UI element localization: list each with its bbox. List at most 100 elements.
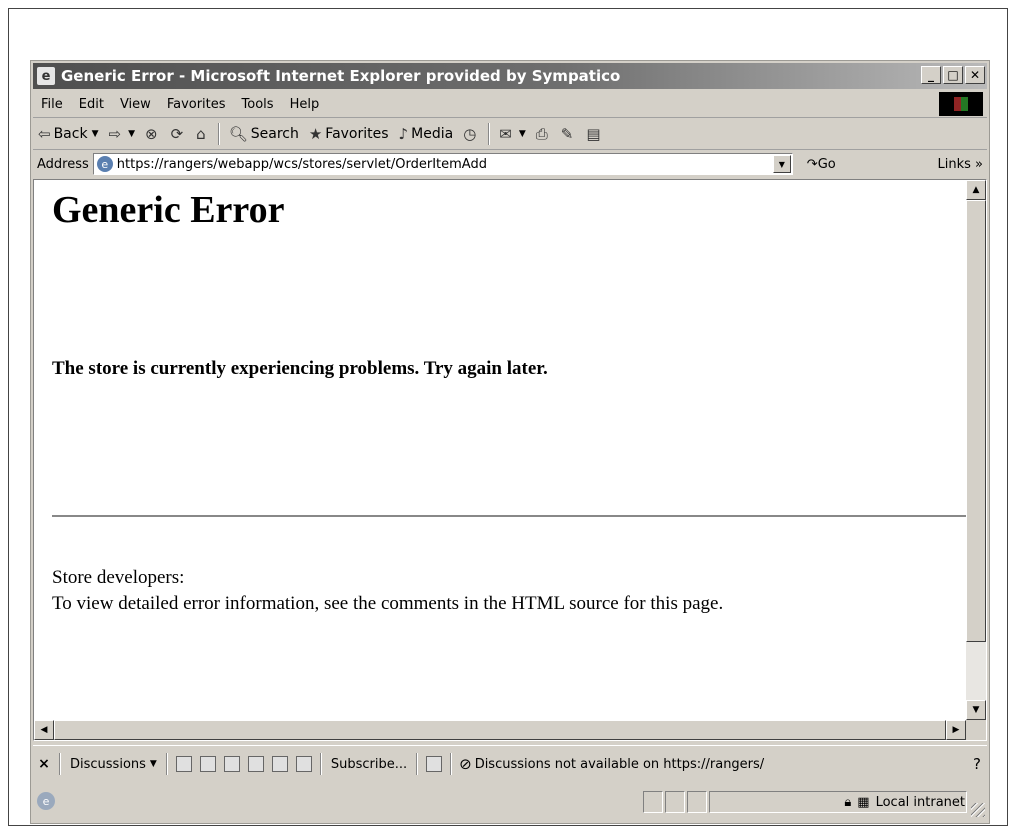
chevron-right-icon: » xyxy=(975,156,983,172)
links-label: Links xyxy=(937,156,971,172)
title-bar[interactable]: e Generic Error - Microsoft Internet Exp… xyxy=(33,63,987,89)
forward-arrow-icon: ⇨ xyxy=(108,125,122,143)
edit-icon: ✎ xyxy=(560,125,574,143)
discussions-menu-button[interactable]: Discussions ▼ xyxy=(65,757,162,772)
menu-edit[interactable]: Edit xyxy=(71,97,112,112)
menu-file[interactable]: File xyxy=(33,97,71,112)
home-button[interactable]: ⌂ xyxy=(191,125,214,143)
page-heading: Generic Error xyxy=(52,189,285,231)
print-button[interactable]: ⎙ xyxy=(531,125,556,143)
error-message: The store is currently experiencing prob… xyxy=(52,358,548,379)
collapse-discussions-icon[interactable] xyxy=(247,756,264,772)
scroll-down-icon[interactable]: ▼ xyxy=(966,700,986,720)
insert-discussion-icon[interactable] xyxy=(175,756,192,772)
vertical-scroll-thumb[interactable] xyxy=(966,200,986,642)
search-label: Search xyxy=(250,126,299,142)
maximize-button[interactable]: □ xyxy=(943,66,963,84)
media-button[interactable]: ♪ Media xyxy=(394,125,459,143)
scroll-up-icon[interactable]: ▲ xyxy=(966,180,986,200)
page-icon: e xyxy=(96,156,113,172)
go-button[interactable]: ↷ Go xyxy=(807,157,836,172)
mail-button[interactable]: ✉ ▼ xyxy=(494,125,531,143)
stop-icon: ⊗ xyxy=(145,125,158,143)
home-icon: ⌂ xyxy=(196,125,206,143)
back-label: Back xyxy=(53,126,88,142)
standard-toolbar: ⇦ Back ▼ ⇨ ▼ ⊗ ⟳ ⌂ 🔍︎ Search ★ Favorites… xyxy=(33,119,987,150)
toolbar-separator xyxy=(59,753,61,775)
lock-icon: 🔒︎ xyxy=(844,794,852,810)
window-controls: _ □ ✕ xyxy=(921,66,985,84)
vertical-scrollbar[interactable]: ▲ ▼ xyxy=(966,180,986,720)
favorites-button[interactable]: ★ Favorites xyxy=(304,125,394,143)
discuss-icon: ▤ xyxy=(586,125,601,143)
media-icon: ♪ xyxy=(398,125,409,143)
horizontal-scroll-thumb[interactable] xyxy=(54,720,946,740)
reply-discussion-icon[interactable] xyxy=(199,756,216,772)
history-button[interactable]: ◷ xyxy=(458,125,484,143)
scroll-left-icon[interactable]: ◀ xyxy=(34,720,54,740)
intranet-icon: ▦ xyxy=(857,794,870,810)
menu-bar: File Edit View Favorites Tools Help xyxy=(33,91,987,118)
toolbar-separator xyxy=(217,123,220,145)
security-zone: 🔒︎ ▦ Local intranet xyxy=(844,791,965,813)
edit-button[interactable]: ✎ xyxy=(556,125,582,143)
divider xyxy=(52,515,966,517)
ie-logo-icon: e xyxy=(37,67,55,85)
favorites-icon: ★ xyxy=(308,125,323,143)
status-bar: e 🔒︎ ▦ Local intranet xyxy=(33,783,987,819)
window-title: Generic Error - Microsoft Internet Explo… xyxy=(61,67,621,85)
expand-discussions-icon[interactable] xyxy=(223,756,240,772)
show-hide-discussions-icon[interactable] xyxy=(426,756,443,772)
discuss-button[interactable]: ▤ xyxy=(581,125,608,143)
scroll-right-icon[interactable]: ▶ xyxy=(946,720,966,740)
minimize-button[interactable]: _ xyxy=(921,66,941,84)
horizontal-scrollbar[interactable]: ◀ ▶ xyxy=(34,720,966,740)
close-icon[interactable]: × xyxy=(33,756,55,772)
print-icon: ⎙ xyxy=(535,125,548,143)
help-icon[interactable]: ? xyxy=(973,755,981,773)
resize-grip[interactable] xyxy=(971,803,985,817)
windows-throbber-icon xyxy=(939,92,983,116)
media-label: Media xyxy=(411,126,454,142)
address-input[interactable]: e https://rangers/webapp/wcs/stores/serv… xyxy=(92,153,793,175)
back-dropdown-icon[interactable]: ▼ xyxy=(92,129,99,139)
page-status-icon: e xyxy=(37,792,55,810)
refresh-button[interactable]: ⟳ xyxy=(166,125,192,143)
developer-text: To view detailed error information, see … xyxy=(52,593,724,614)
forward-dropdown-icon[interactable]: ▼ xyxy=(128,129,135,139)
search-button[interactable]: 🔍︎ Search xyxy=(224,125,304,143)
go-arrow-icon: ↷ xyxy=(806,156,818,172)
toolbar-separator xyxy=(416,753,419,775)
links-button[interactable]: Links » xyxy=(937,157,983,172)
toolbar-separator xyxy=(165,753,168,775)
status-pane xyxy=(643,791,663,813)
subscribe-button[interactable]: Subscribe... xyxy=(326,757,412,772)
menu-favorites[interactable]: Favorites xyxy=(159,97,234,112)
discussions-dropdown-icon: ▼ xyxy=(149,759,157,769)
not-available-icon: ⊘ xyxy=(459,755,472,773)
status-pane xyxy=(665,791,685,813)
back-button[interactable]: ⇦ Back ▼ xyxy=(33,125,104,143)
page-content: Generic Error The store is currently exp… xyxy=(34,180,966,720)
discussions-status: Discussions not available on https://ran… xyxy=(474,756,765,772)
toolbar-separator xyxy=(488,123,491,145)
close-button[interactable]: ✕ xyxy=(965,66,985,84)
next-discussion-icon[interactable] xyxy=(295,756,312,772)
browser-window: e Generic Error - Microsoft Internet Exp… xyxy=(30,60,990,824)
address-url: https://rangers/webapp/wcs/stores/servle… xyxy=(116,156,487,172)
menu-tools[interactable]: Tools xyxy=(234,97,282,112)
mail-icon: ✉ xyxy=(499,125,512,143)
mail-dropdown-icon[interactable]: ▼ xyxy=(519,129,526,139)
previous-discussion-icon[interactable] xyxy=(271,756,288,772)
address-bar: Address e https://rangers/webapp/wcs/sto… xyxy=(33,151,987,177)
forward-button[interactable]: ⇨ ▼ xyxy=(104,125,141,143)
content-area: Generic Error The store is currently exp… xyxy=(33,179,987,741)
scroll-corner xyxy=(966,720,986,740)
menu-view[interactable]: View xyxy=(112,97,159,112)
menu-help[interactable]: Help xyxy=(282,97,328,112)
address-dropdown-icon[interactable]: ▼ xyxy=(772,155,791,173)
developer-note: Store developers: To view detailed error… xyxy=(52,565,723,617)
developer-title: Store developers: xyxy=(52,567,185,588)
address-label: Address xyxy=(37,156,89,172)
stop-button[interactable]: ⊗ xyxy=(140,125,166,143)
